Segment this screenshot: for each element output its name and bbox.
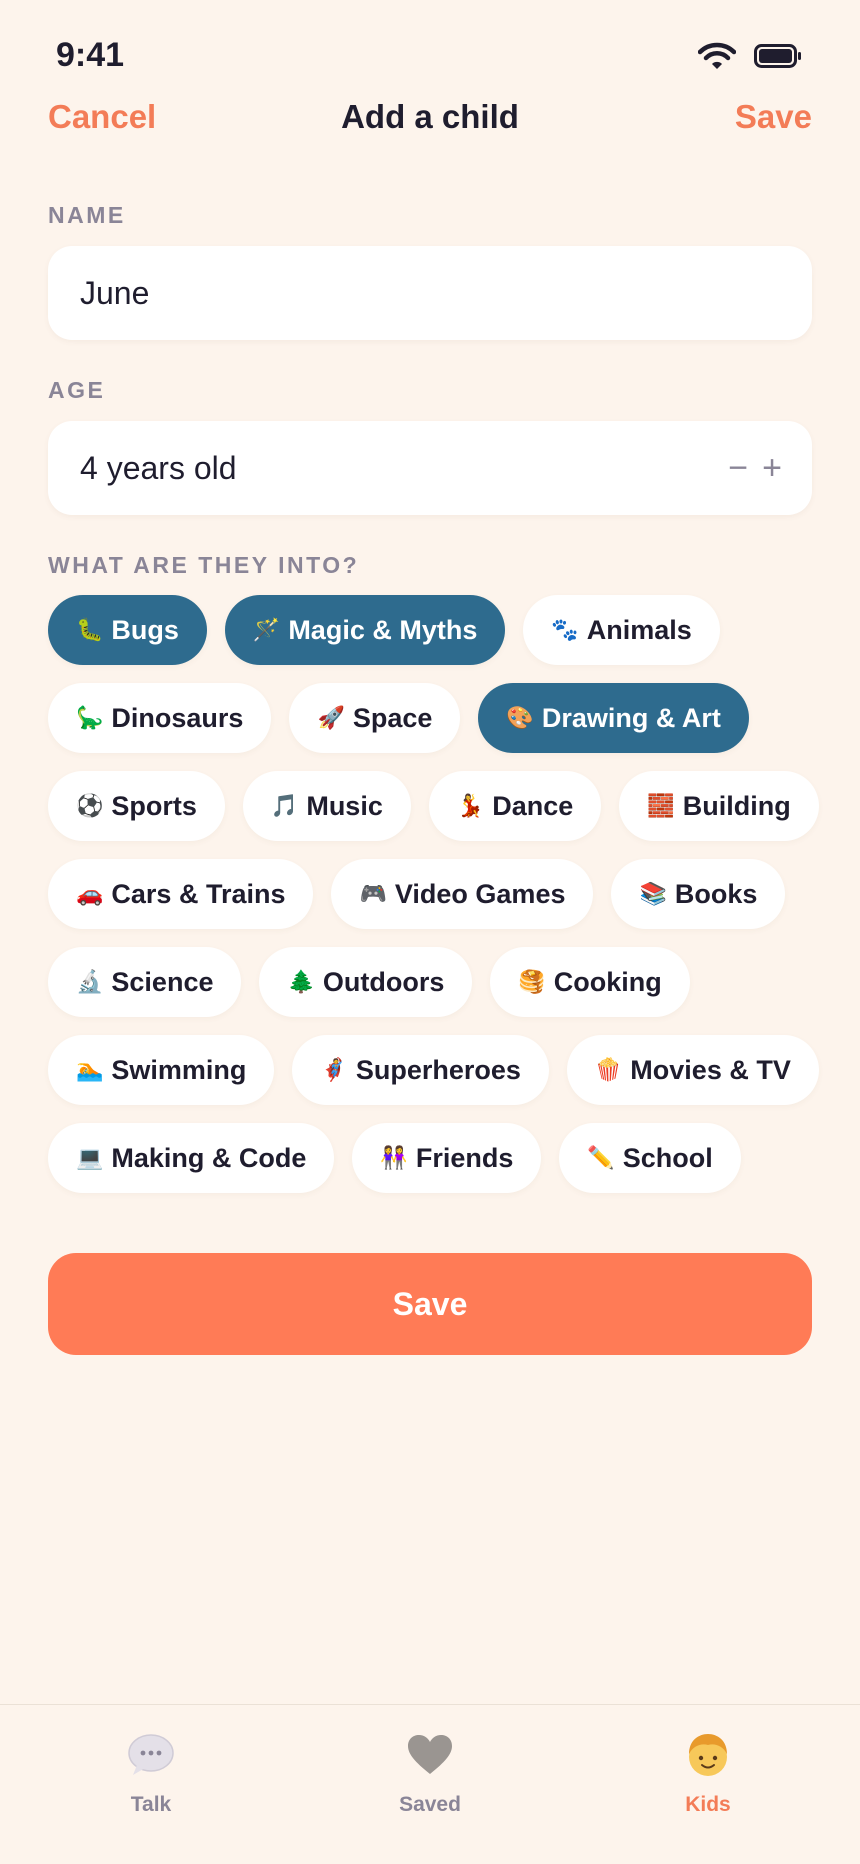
interest-chip[interactable]: 🌲 Outdoors — [259, 947, 473, 1017]
interest-emoji-icon: 🪄 — [252, 617, 281, 642]
interest-emoji-icon: 📚 — [639, 881, 667, 906]
cancel-button[interactable]: Cancel — [48, 98, 156, 136]
interest-chip[interactable]: 🍿 Movies & TV — [566, 1035, 819, 1105]
interest-emoji-icon: 🚀 — [317, 705, 345, 730]
interest-chip-label: Movies & TV — [630, 1054, 791, 1085]
interest-emoji-icon: 🥞 — [518, 969, 546, 994]
interest-emoji-icon: ✏️ — [587, 1145, 615, 1170]
interest-chip-label: Cooking — [553, 966, 662, 997]
interests-label: WHAT ARE THEY INTO? — [48, 552, 360, 578]
interest-chip[interactable]: 🎮 Video Games — [331, 859, 594, 929]
age-increment-button[interactable]: + — [762, 451, 782, 485]
tab-kids-label: Kids — [685, 1793, 731, 1816]
interest-chip[interactable]: 🎨 Drawing & Art — [478, 683, 749, 753]
interest-chip-label: Building — [682, 790, 791, 821]
interest-chip[interactable]: 🥞 Cooking — [490, 947, 690, 1017]
interest-chip[interactable]: 🦕 Dinosaurs — [48, 683, 272, 753]
interest-emoji-icon: 🧱 — [647, 793, 675, 818]
interest-emoji-icon: 👭 — [380, 1145, 408, 1170]
save-nav-button[interactable]: Save — [735, 98, 812, 136]
tab-talk-label: Talk — [130, 1793, 172, 1816]
interest-chip-label: Space — [352, 702, 433, 733]
interest-chip[interactable]: 🚀 Space — [289, 683, 461, 753]
wifi-icon — [697, 42, 737, 75]
interest-chip-label: Animals — [586, 614, 692, 645]
interest-emoji-icon: 🚗 — [76, 881, 104, 906]
interest-chip[interactable]: 🔬 Science — [48, 947, 242, 1017]
interest-emoji-icon: 🎵 — [270, 793, 299, 818]
interest-chip-label: Magic & Myths — [288, 614, 478, 645]
interest-chip[interactable]: 💃 Dance — [428, 771, 602, 841]
tab-saved-label: Saved — [399, 1793, 461, 1816]
interest-emoji-icon: 🍿 — [594, 1057, 623, 1082]
interest-chip[interactable]: 🏊 Swimming — [48, 1035, 275, 1105]
age-stepper: − + — [728, 421, 782, 515]
interest-chip-label: Drawing & Art — [541, 702, 721, 733]
interest-chip-label: Video Games — [394, 878, 566, 909]
interest-emoji-icon: 💻 — [76, 1145, 104, 1170]
tab-saved[interactable]: Saved — [330, 1729, 530, 1817]
interest-emoji-icon: 🎨 — [506, 705, 534, 730]
interest-chip[interactable]: 🐾 Animals — [523, 595, 720, 665]
save-button[interactable]: Save — [48, 1253, 812, 1355]
tab-talk[interactable]: Talk — [51, 1729, 251, 1817]
interest-chip-label: School — [622, 1142, 713, 1173]
interest-emoji-icon: 🐾 — [551, 617, 579, 642]
tab-kids[interactable]: Kids — [608, 1729, 808, 1817]
interest-emoji-icon: 🐛 — [76, 617, 104, 642]
battery-icon — [754, 44, 802, 73]
interest-emoji-icon: 🌲 — [287, 969, 315, 994]
nav-bar: Add a child Cancel Save — [0, 90, 860, 148]
name-field[interactable]: June — [48, 246, 812, 340]
status-bar: 9:41 — [0, 0, 860, 100]
name-label: NAME — [48, 202, 126, 228]
interest-chip[interactable]: 🐛 Bugs — [48, 595, 207, 665]
interest-chip[interactable]: 💻 Making & Code — [48, 1123, 335, 1193]
interest-chip-label: Making & Code — [111, 1142, 307, 1173]
tab-bar: Talk Saved Kids — [0, 1704, 860, 1864]
interest-emoji-icon: 🦸 — [320, 1057, 348, 1082]
interest-chip-label: Outdoors — [322, 966, 445, 997]
interest-emoji-icon: 🏊 — [76, 1057, 104, 1082]
speech-bubble-icon — [51, 1729, 251, 1781]
status-icons — [697, 42, 802, 75]
interest-chip[interactable]: 🎵 Music — [242, 771, 411, 841]
interest-chip-label: Cars & Trains — [111, 878, 286, 909]
interest-chip-label: Dinosaurs — [111, 702, 244, 733]
interest-chip[interactable]: 👭 Friends — [352, 1123, 542, 1193]
age-decrement-button[interactable]: − — [728, 451, 748, 485]
interest-chip[interactable]: 📚 Books — [611, 859, 786, 929]
interest-chip-label: Books — [674, 878, 758, 909]
child-face-icon — [608, 1729, 808, 1781]
interest-chip[interactable]: ✏️ School — [559, 1123, 741, 1193]
heart-icon — [330, 1729, 530, 1781]
interest-chip[interactable]: ⚽ Sports — [48, 771, 225, 841]
interest-emoji-icon: ⚽ — [76, 793, 104, 818]
interest-chip[interactable]: 🧱 Building — [619, 771, 819, 841]
interest-chip[interactable]: 🪄 Magic & Myths — [224, 595, 506, 665]
interest-chip[interactable]: 🚗 Cars & Trains — [48, 859, 314, 929]
interest-emoji-icon: 🎮 — [359, 881, 387, 906]
interest-chip-label: Dance — [492, 790, 574, 821]
age-field[interactable]: 4 years old − + — [48, 421, 812, 515]
interest-emoji-icon: 🦕 — [76, 705, 104, 730]
interest-chip-label: Music — [306, 790, 383, 821]
interest-chip-label: Sports — [111, 790, 197, 821]
age-label: AGE — [48, 377, 106, 403]
name-value: June — [80, 275, 150, 311]
interest-emoji-icon: 💃 — [456, 793, 485, 818]
interest-chips: 🐛 Bugs 🪄 Magic & Myths 🐾 Animals 🦕 Dinosaurs 🚀 Sp… — [48, 595, 828, 1193]
status-time: 9:41 — [56, 36, 125, 74]
interest-chip-label: Swimming — [111, 1054, 247, 1085]
interest-chip-label: Superheroes — [355, 1054, 521, 1085]
age-value: 4 years old — [80, 450, 237, 486]
interest-chip-label: Friends — [415, 1142, 514, 1173]
interest-chip-label: Science — [111, 966, 214, 997]
interest-chip-label: Bugs — [111, 614, 179, 645]
interest-emoji-icon: 🔬 — [76, 969, 104, 994]
interest-chip[interactable]: 🦸 Superheroes — [292, 1035, 549, 1105]
